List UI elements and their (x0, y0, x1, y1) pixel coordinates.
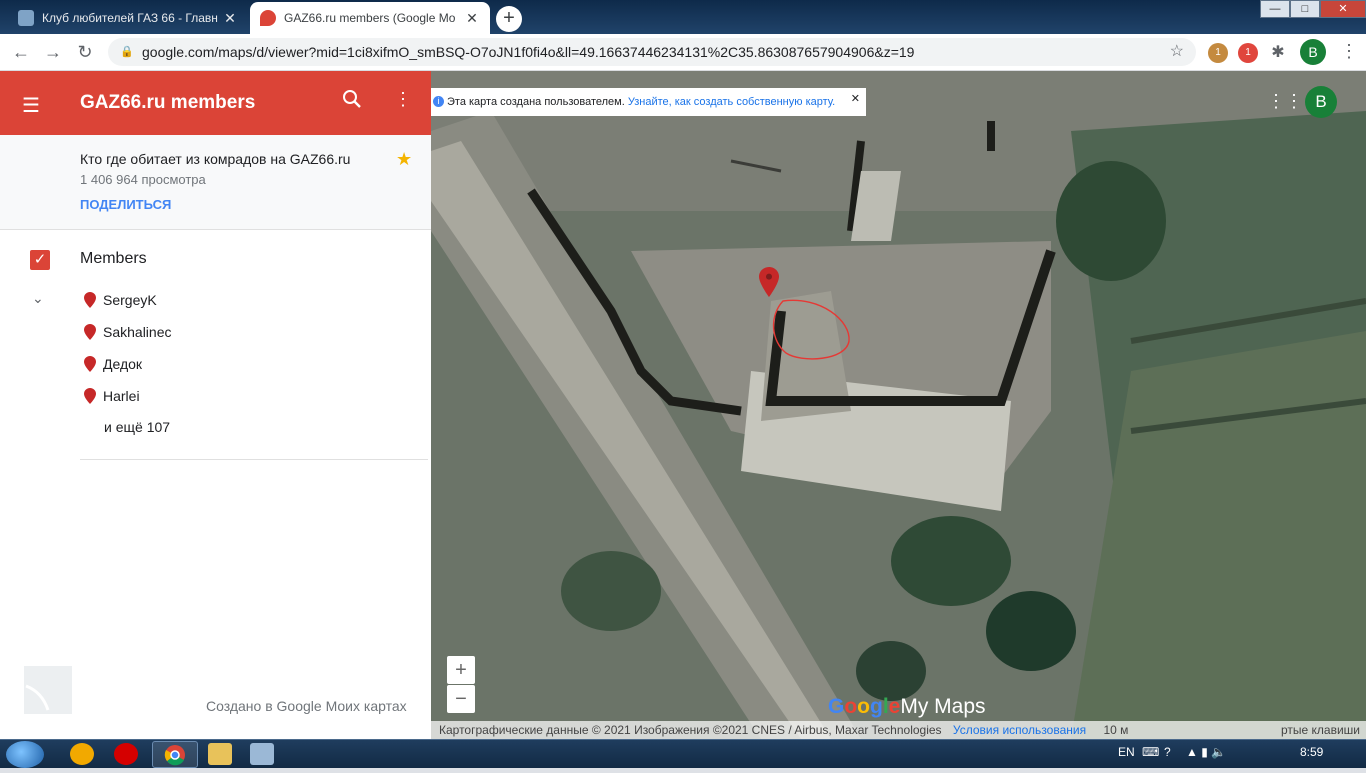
tab-close-icon[interactable]: ✕ (222, 10, 238, 27)
address-bar[interactable]: 🔒 google.com/maps/d/viewer?mid=1ci8xifmO… (108, 38, 1196, 66)
map-title: GAZ66.ru members (80, 92, 256, 113)
keyboard-icon[interactable]: ⌨ (1142, 745, 1159, 759)
account-avatar[interactable]: B (1305, 86, 1337, 118)
hamburger-menu-icon[interactable]: ☰ (22, 93, 40, 118)
member-list: SergeyK Sakhalinec Дедок Harlei (84, 290, 394, 418)
browser-toolbar: ← → ↻ 🔒 google.com/maps/d/viewer?mid=1ci… (0, 34, 1366, 71)
layer-checkbox[interactable]: ✓ (30, 250, 50, 270)
tab-title: Клуб любителей ГАЗ 66 - Главн (42, 11, 218, 25)
search-icon[interactable] (342, 89, 362, 114)
map-thumbnail[interactable] (24, 666, 72, 714)
windows-taskbar: EN ⌨ ? ▲ ▮ 🔈 8:59 (0, 739, 1366, 768)
map-attribution: Картографические данные © 2021 Изображен… (431, 721, 1366, 739)
chrome-icon (164, 745, 185, 766)
extension-icon[interactable]: 1 (1208, 43, 1228, 63)
star-icon[interactable]: ★ (396, 149, 412, 170)
tab-gaz66-members[interactable]: GAZ66.ru members (Google Mo ✕ (250, 2, 490, 34)
chevron-down-icon[interactable]: ⌄ (32, 290, 44, 307)
help-icon[interactable]: ? (1164, 745, 1171, 759)
clock[interactable]: 8:59 (1300, 745, 1323, 759)
map-description: Кто где обитает из комрадов на GAZ66.ru (80, 151, 351, 167)
back-arrow-icon[interactable]: ← (10, 42, 32, 63)
url-text: google.com/maps/d/viewer?mid=1ci8xifmO_s… (142, 44, 915, 60)
zoom-in-button[interactable]: + (447, 656, 475, 684)
tab-close-icon[interactable]: ✕ (464, 10, 480, 27)
attribution-text: Картографические данные © 2021 Изображен… (439, 723, 942, 737)
tray-icons[interactable]: ▲ ▮ 🔈 (1186, 745, 1226, 759)
map-pin-icon (84, 324, 96, 340)
map-info: Кто где обитает из комрадов на GAZ66.ru … (0, 135, 431, 230)
members-layer: ✓ Members ⌄ SergeyK Sakhalinec Дедок Har… (0, 230, 431, 460)
profile-avatar[interactable]: B (1300, 39, 1326, 65)
terms-link[interactable]: Условия использования (953, 723, 1086, 737)
chrome-taskbar-button[interactable] (152, 741, 198, 768)
map-pin-icon (84, 388, 96, 404)
minimize-button[interactable]: — (1260, 0, 1290, 18)
create-map-link[interactable]: Узнайте, как создать собственную карту. (628, 96, 835, 108)
scale-label: 10 м (1103, 723, 1129, 737)
puzzle-extensions-icon[interactable]: ✱ (1268, 43, 1288, 63)
close-notice-icon[interactable]: ✕ (851, 85, 860, 113)
map-pin-icon (84, 292, 96, 308)
map-marker-icon[interactable] (759, 267, 779, 297)
satellite-imagery (431, 71, 1366, 739)
list-item[interactable]: Sakhalinec (84, 322, 394, 354)
maximize-button[interactable]: □ (1290, 0, 1320, 18)
windows-start-icon[interactable] (6, 741, 44, 768)
list-item[interactable]: Harlei (84, 386, 394, 418)
map-canvas[interactable]: i Эта карта создана пользователем. Узнай… (431, 71, 1366, 739)
lock-icon: 🔒 (120, 46, 134, 58)
keyboard-shortcuts-link[interactable]: ртые клавиши (1281, 721, 1360, 739)
maps-pin-favicon-icon (260, 10, 276, 26)
map-side-panel: ☰ GAZ66.ru members ⋮ Кто где обитает из … (0, 71, 431, 739)
member-name: Sakhalinec (103, 324, 172, 340)
reload-icon[interactable]: ↻ (74, 42, 96, 63)
list-item[interactable]: Дедок (84, 354, 394, 386)
layer-name: Members (80, 250, 147, 267)
tab-gaz66-club[interactable]: Клуб любителей ГАЗ 66 - Главн ✕ (8, 2, 248, 34)
browser-tab-strip: Клуб любителей ГАЗ 66 - Главн ✕ GAZ66.ru… (0, 0, 1366, 34)
divider (80, 459, 428, 460)
member-name: SergeyK (103, 292, 157, 308)
close-window-button[interactable]: ✕ (1320, 0, 1366, 18)
notice-text: Эта карта создана пользователем. (447, 96, 625, 108)
user-map-notice: i Эта карта создана пользователем. Узнай… (431, 88, 866, 116)
more-items-link[interactable]: и ещё 107 (104, 419, 170, 435)
share-button[interactable]: ПОДЕЛИТЬСЯ (80, 197, 171, 212)
map-pin-icon (84, 356, 96, 372)
tab-title: GAZ66.ru members (Google Mo (284, 11, 456, 25)
bookmark-star-icon[interactable]: ☆ (1170, 38, 1184, 66)
browser-menu-icon[interactable]: ⋮ (1340, 41, 1358, 62)
forward-arrow-icon[interactable]: → (42, 42, 64, 63)
window-app-icon[interactable] (250, 743, 274, 765)
new-tab-button[interactable]: + (496, 6, 522, 32)
opera-icon[interactable] (114, 743, 138, 765)
zoom-out-button[interactable]: − (447, 685, 475, 713)
info-icon: i (433, 96, 444, 107)
view-count: 1 406 964 просмотра (80, 172, 206, 187)
adblock-extension-icon[interactable]: 1 (1238, 43, 1258, 63)
member-name: Дедок (103, 356, 143, 372)
gaz-club-favicon-icon (18, 10, 34, 26)
google-mymaps-logo: GoogleMy Maps (828, 695, 986, 718)
list-item[interactable]: SergeyK (84, 290, 394, 322)
member-name: Harlei (103, 388, 140, 404)
panel-header: ☰ GAZ66.ru members ⋮ (0, 71, 431, 135)
file-explorer-icon[interactable] (208, 743, 232, 765)
created-with-mymaps: Создано в Google Моих картах (206, 698, 407, 714)
more-options-icon[interactable]: ⋮ (394, 89, 412, 110)
avast-icon[interactable] (70, 743, 94, 765)
language-indicator[interactable]: EN (1118, 745, 1135, 759)
